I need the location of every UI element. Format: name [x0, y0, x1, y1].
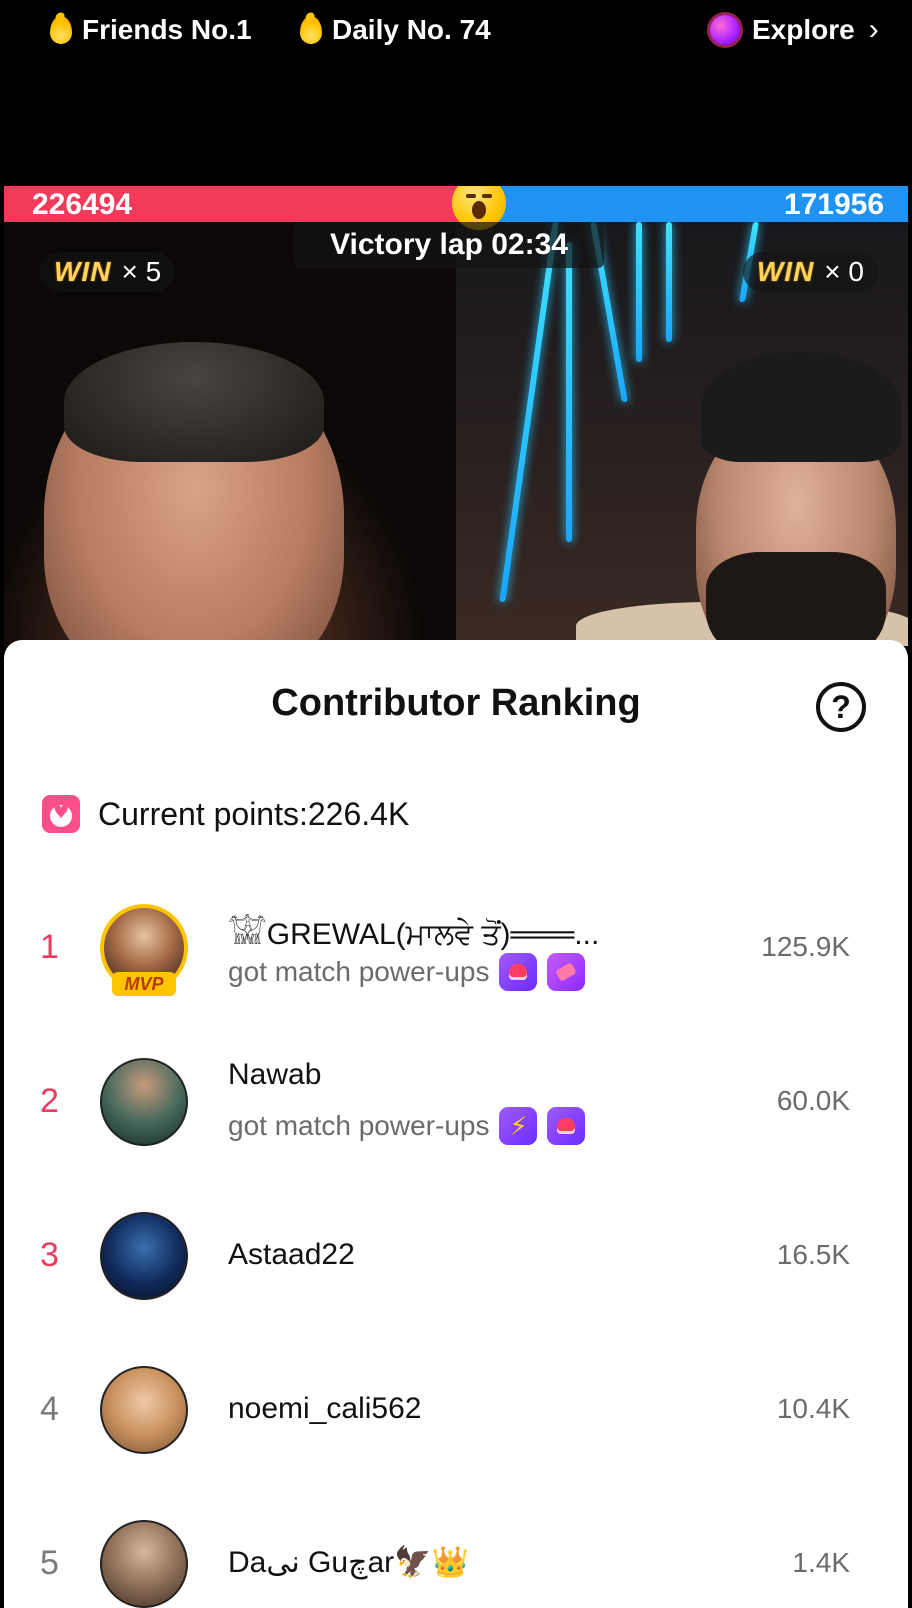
win-streak-right: WIN × 0 [742, 252, 878, 292]
rank-number: 2 [40, 1082, 59, 1120]
glove-icon [499, 953, 538, 991]
score-right: 171956 [783, 188, 884, 221]
contributor-score: 16.5K [776, 1239, 850, 1270]
daily-rank-label: Daily No. 74 [332, 14, 491, 45]
win-count-right: × 0 [824, 256, 864, 287]
win-label: WIN [756, 256, 815, 287]
contributor-name: noemi_cali562 [228, 1392, 422, 1425]
sheet-title: Contributor Ranking [271, 682, 641, 724]
chevron-right-icon: › [868, 13, 879, 46]
score-left: 226494 [32, 188, 133, 221]
explore-button[interactable]: Explore › [710, 12, 879, 48]
contributor-subtitle: got match power-ups ⚡ [228, 1106, 586, 1146]
contributor-name: Daنی Guچar🦅👑 [228, 1546, 469, 1579]
contributor-score: 125.9K [761, 931, 850, 962]
contributor-name: Nawab [228, 1058, 322, 1091]
rank-number: 3 [40, 1236, 59, 1274]
contributor-row[interactable]: 1 MVP 𓀬GREWAL(ਮਾਲਵੇ ਤੋਂ)═══... got match… [4, 870, 908, 1024]
lightning-icon: ⚡ [499, 1107, 538, 1145]
top-bar: Friends No.1 Daily No. 74 Explore › [0, 0, 912, 60]
planet-icon [710, 15, 740, 45]
flame-icon [300, 16, 322, 44]
contributor-row[interactable]: 3 Astaad22 16.5K [4, 1178, 908, 1332]
win-label: WIN [54, 256, 112, 287]
avatar[interactable] [100, 1520, 188, 1608]
avatar[interactable] [100, 1058, 188, 1146]
hammer-icon [547, 953, 586, 991]
win-streak-left: WIN × 5 [40, 252, 176, 292]
win-count-left: × 5 [121, 256, 162, 287]
mvp-badge: MVP [112, 972, 176, 996]
live-battle: 226494 171956 Victory lap 02:34 WIN × 5 … [4, 186, 908, 646]
contributor-ranking-sheet: Contributor Ranking ? Current points:226… [4, 640, 908, 1608]
contributor-name: 𓀬GREWAL(ਮਾਲਵੇ ਤੋਂ)═══... [228, 918, 600, 951]
friends-rank-label: Friends No.1 [82, 14, 252, 45]
avatar[interactable] [100, 1366, 188, 1454]
current-points-label: Current points:226.4K [98, 795, 410, 832]
avatar[interactable] [100, 1212, 188, 1300]
glove-icon [547, 1107, 586, 1145]
contributor-score: 10.4K [776, 1393, 850, 1424]
rank-number: 5 [40, 1544, 59, 1582]
victory-lap-timer: Victory lap 02:34 [294, 222, 604, 268]
help-icon[interactable]: ? [816, 682, 866, 732]
gift-box-icon [42, 795, 80, 833]
explore-label: Explore [752, 14, 855, 45]
contributor-name: Astaad22 [228, 1238, 355, 1271]
friends-rank[interactable]: Friends No.1 [50, 12, 252, 48]
contributor-list: 1 MVP 𓀬GREWAL(ਮਾਲਵੇ ਤੋਂ)═══... got match… [4, 870, 908, 1608]
contributor-score: 60.0K [776, 1085, 850, 1116]
contributor-row[interactable]: 2 Nawab got match power-ups ⚡ 60.0K [4, 1024, 908, 1178]
contributor-row[interactable]: 4 noemi_cali562 10.4K [4, 1332, 908, 1486]
contributor-subtitle: got match power-ups [228, 952, 586, 992]
rank-number: 1 [40, 928, 59, 966]
daily-rank[interactable]: Daily No. 74 [300, 12, 491, 48]
contributor-score: 1.4K [792, 1547, 850, 1578]
rank-number: 4 [40, 1390, 59, 1428]
contributor-row[interactable]: 5 Daنی Guچar🦅👑 1.4K [4, 1486, 908, 1608]
current-points: Current points:226.4K [42, 792, 409, 836]
flame-icon [50, 16, 72, 44]
